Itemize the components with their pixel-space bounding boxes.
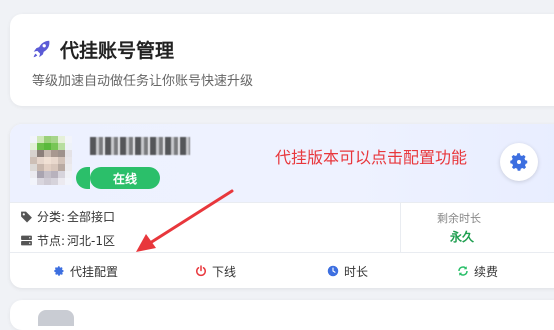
status-badge: 在线 xyxy=(76,167,160,189)
gear-icon xyxy=(54,266,64,276)
duration-label: 时长 xyxy=(344,264,369,279)
status-text: 在线 xyxy=(112,171,137,186)
clock-icon xyxy=(327,265,339,277)
account-card: 在线 代挂版本可以点击配置功能 分类: 全部接口 节点: 河北-1区 剩余时长 … xyxy=(10,124,554,288)
account-name xyxy=(90,137,190,155)
account-details: 分类: 全部接口 节点: 河北-1区 xyxy=(20,203,401,253)
config-label: 代挂配置 xyxy=(70,264,119,279)
account-card-next xyxy=(10,300,554,330)
tag-icon xyxy=(21,211,32,223)
category-label: 分类: xyxy=(37,210,66,224)
category-row: 分类: 全部接口 xyxy=(20,208,115,225)
avatar xyxy=(38,310,74,326)
renew-button[interactable]: 续费 xyxy=(457,253,498,288)
node-row: 节点: 河北-1区 xyxy=(20,232,115,249)
node-label: 节点: xyxy=(37,234,66,248)
action-bar: 代挂配置 下线 时长 续费 xyxy=(10,252,554,288)
offline-button[interactable]: 下线 xyxy=(195,253,236,288)
status-indicator xyxy=(76,167,90,189)
offline-label: 下线 xyxy=(212,264,237,279)
account-card-header: 在线 代挂版本可以点击配置功能 xyxy=(10,124,554,202)
node-value: 河北-1区 xyxy=(67,234,116,248)
annotation-note: 代挂版本可以点击配置功能 xyxy=(275,148,468,167)
header-card: 代挂账号管理 等级加速自动做任务让你账号快速升级 xyxy=(10,14,554,106)
category-value: 全部接口 xyxy=(67,210,116,224)
remaining-label: 剩余时长 xyxy=(437,212,481,225)
server-icon xyxy=(21,235,32,246)
gear-icon xyxy=(510,153,528,171)
duration-button[interactable]: 时长 xyxy=(327,253,368,288)
refresh-icon xyxy=(458,266,468,276)
page-subtitle: 等级加速自动做任务让你账号快速升级 xyxy=(32,74,254,89)
power-icon xyxy=(196,265,206,277)
remaining-value: 永久 xyxy=(450,230,475,244)
page-title: 代挂账号管理 xyxy=(60,40,175,62)
renew-label: 续费 xyxy=(474,264,499,279)
avatar xyxy=(30,136,72,186)
settings-button[interactable] xyxy=(500,143,538,181)
config-button[interactable]: 代挂配置 xyxy=(53,253,118,288)
rocket-icon xyxy=(33,40,50,58)
